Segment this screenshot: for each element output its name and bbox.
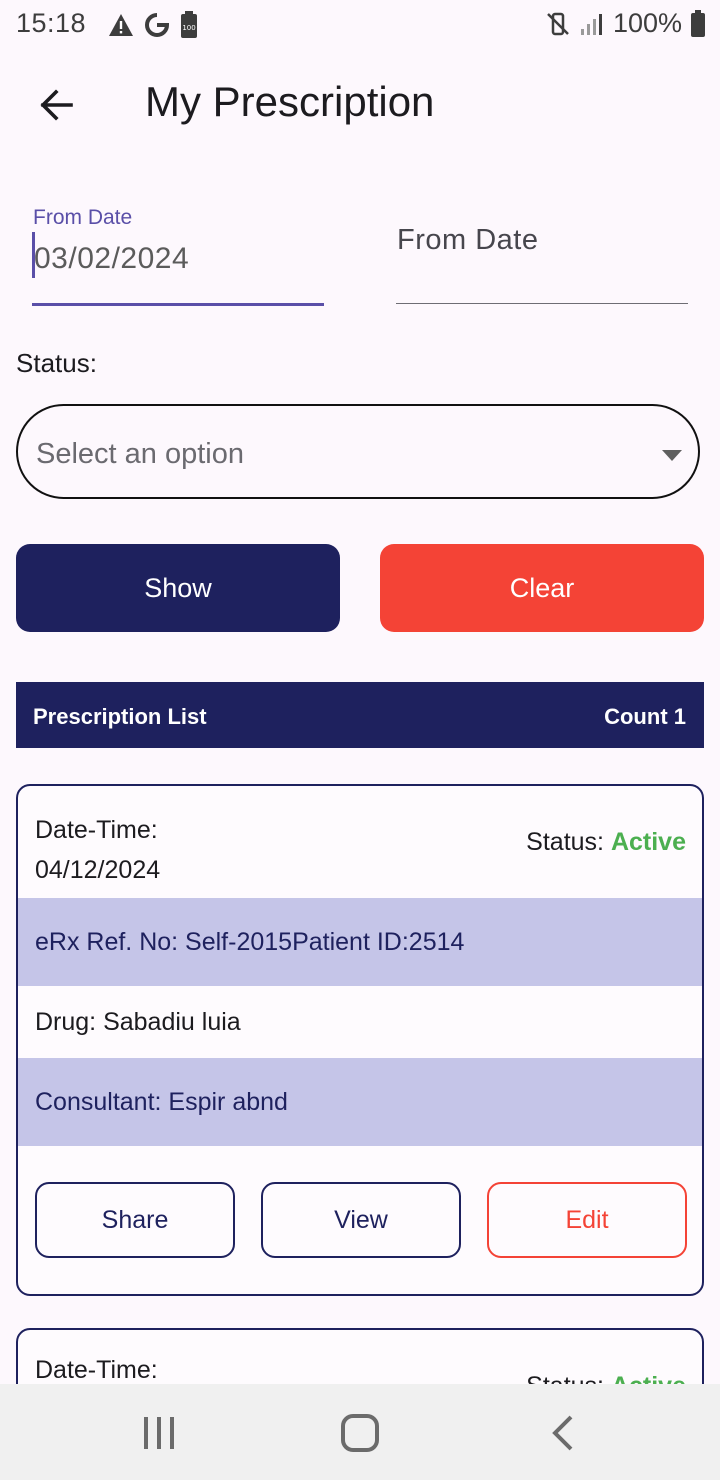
page-title: My Prescription: [145, 78, 435, 125]
back-button[interactable]: [30, 82, 82, 128]
status-select[interactable]: Select an option: [16, 404, 700, 499]
recents-button[interactable]: [129, 1408, 189, 1458]
warning-icon: [109, 14, 133, 36]
card-status: Status: Active: [526, 828, 686, 857]
from-date-field[interactable]: From Date 03/02/2024: [32, 200, 324, 306]
show-button[interactable]: Show: [16, 544, 340, 632]
system-nav-bar: [0, 1384, 720, 1480]
svg-text:100: 100: [182, 24, 195, 32]
prescription-card: Date-Time: 04/12/2024 Status: Active eRx…: [16, 784, 704, 1296]
card-consultant-row: Consultant: Espir abnd: [18, 1058, 702, 1146]
card-datetime: Date-Time: 04/12/2024: [35, 810, 160, 890]
battery-percent: 100%: [612, 8, 682, 38]
status-right: 100%: [545, 8, 706, 39]
card-drug-row: Drug: Sabadiu luia: [18, 986, 702, 1058]
status-label: Status:: [16, 348, 97, 378]
from-date-value: 03/02/2024: [34, 242, 190, 275]
recents-icon: [144, 1417, 174, 1449]
status-key: Status:: [526, 828, 604, 856]
list-title: Prescription List: [33, 704, 207, 729]
signal-icon: [580, 13, 602, 35]
status-badge: Active: [610, 828, 686, 856]
battery-icon: [691, 9, 705, 37]
datetime-value: 04/12/2024: [35, 856, 161, 884]
datetime-label: Date-Time:: [35, 816, 158, 844]
home-button[interactable]: [330, 1408, 390, 1458]
app-bar: My Prescription: [0, 60, 720, 150]
field-underline: [32, 303, 324, 306]
status-left-icons: 100: [108, 11, 198, 39]
dropdown-arrow-icon: [662, 450, 682, 461]
status-time: 15:18: [16, 8, 87, 38]
edit-button[interactable]: Edit: [487, 1182, 687, 1258]
status-select-placeholder: Select an option: [36, 438, 244, 470]
share-button[interactable]: Share: [35, 1182, 235, 1258]
battery-saver-icon: 100: [181, 11, 197, 38]
mute-vibrate-icon: [547, 12, 569, 35]
home-icon: [341, 1414, 379, 1452]
back-icon: [552, 1415, 573, 1451]
from-date-label: From Date: [33, 206, 133, 229]
view-button[interactable]: View: [261, 1182, 461, 1258]
prescription-list-header: Prescription List Count 1: [16, 682, 704, 748]
card-ref-row: eRx Ref. No: Self-2015Patient ID:2514: [18, 898, 702, 986]
list-count: Count 1: [604, 704, 686, 729]
nav-back-button[interactable]: [532, 1408, 592, 1458]
clear-button[interactable]: Clear: [380, 544, 704, 632]
status-bar: 15:18 100 100%: [0, 0, 720, 50]
field-underline: [396, 303, 688, 304]
arrow-left-icon: [40, 89, 73, 121]
second-date-label: From Date: [397, 224, 539, 256]
google-icon: [145, 13, 170, 37]
second-date-field[interactable]: From Date: [396, 200, 688, 306]
